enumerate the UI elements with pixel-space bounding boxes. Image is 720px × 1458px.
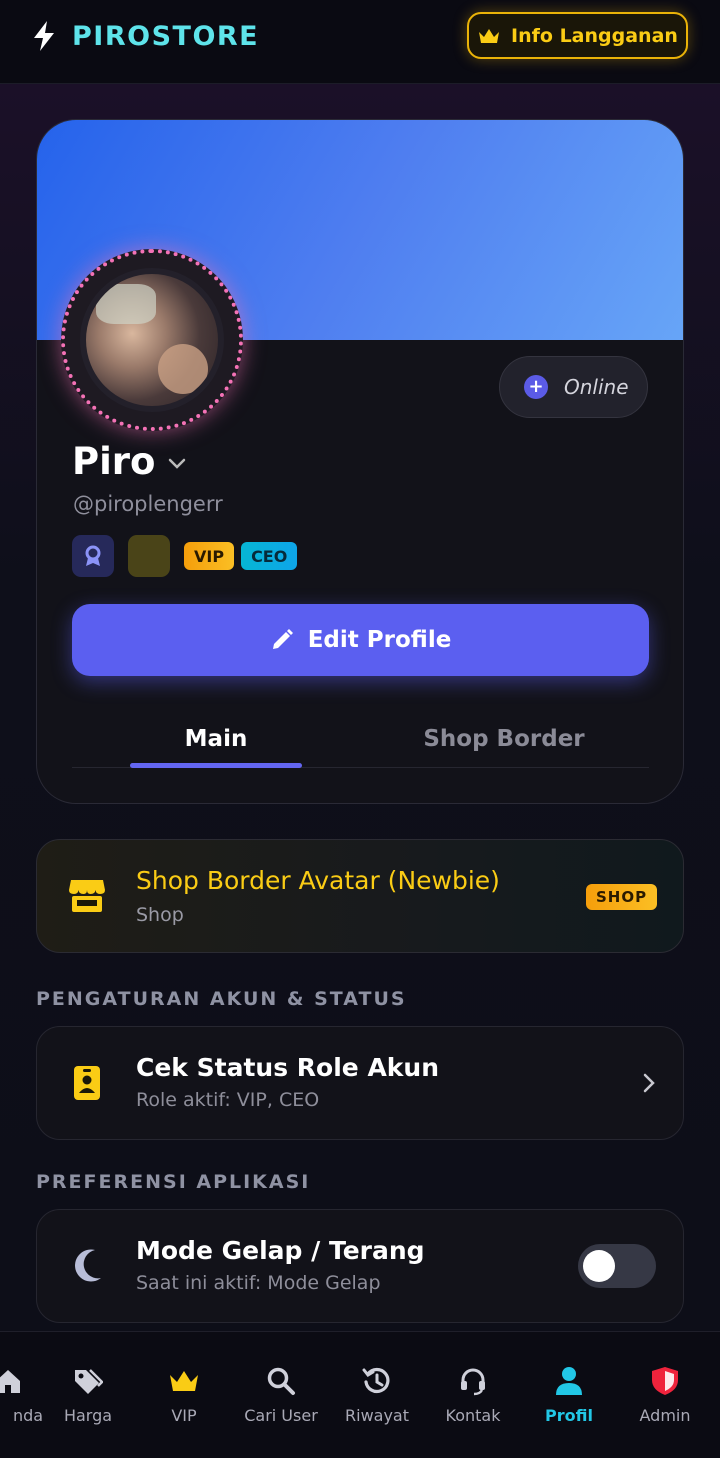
award-badge (72, 535, 114, 577)
status-pill[interactable]: + Online (499, 356, 648, 418)
info-langganan-label: Info Langganan (511, 24, 678, 47)
section-label-preferences: PREFERENSI APLIKASI (36, 1171, 311, 1193)
tags-icon (73, 1364, 103, 1398)
crown-icon (479, 28, 500, 43)
edit-profile-label: Edit Profile (307, 627, 452, 653)
avatar-border[interactable] (61, 249, 243, 431)
brand[interactable]: PIROSTORE (30, 20, 259, 52)
role-status-subtitle: Role aktif: VIP, CEO (136, 1089, 320, 1111)
theme-mode-subtitle: Saat ini aktif: Mode Gelap (136, 1272, 381, 1294)
id-badge-icon (74, 1066, 100, 1100)
tab-shop-border[interactable]: Shop Border (417, 710, 591, 768)
status-text: Online (564, 375, 629, 399)
edit-profile-button[interactable]: Edit Profile (72, 604, 649, 676)
theme-mode-card: Mode Gelap / Terang Saat ini aktif: Mode… (36, 1209, 684, 1323)
nav-item-kontak[interactable]: Kontak (425, 1364, 521, 1434)
bottom-nav: nda Harga VIP Cari User Riwayat Kontak P… (0, 1331, 720, 1458)
badge-row: VIP CEO (72, 535, 304, 577)
profile-name: Piro (72, 440, 156, 483)
section-label-account: PENGATURAN AKUN & STATUS (36, 988, 407, 1010)
nav-label: Profil (545, 1406, 593, 1425)
shop-card-title: Shop Border Avatar (Newbie) (136, 866, 500, 895)
nav-label: Admin (639, 1406, 691, 1425)
profile-tabs: Main Shop Border (72, 710, 649, 768)
chevron-down-icon (169, 458, 186, 469)
role-status-title: Cek Status Role Akun (136, 1053, 440, 1082)
nav-label: nda (12, 1406, 44, 1425)
store-icon (69, 880, 105, 912)
shop-tag: SHOP (586, 884, 658, 910)
top-bar: PIROSTORE Info Langganan (0, 0, 720, 84)
pencil-icon (272, 629, 293, 649)
lightning-icon (34, 21, 54, 51)
shop-border-card[interactable]: Shop Border Avatar (Newbie) Shop SHOP (36, 839, 684, 953)
theme-mode-title: Mode Gelap / Terang (136, 1236, 425, 1265)
history-icon (362, 1364, 392, 1398)
profile-card: + Online Piro @piroplengerr VIP CEO Edit… (36, 119, 684, 804)
role-status-card[interactable]: Cek Status Role Akun Role aktif: VIP, CE… (36, 1026, 684, 1140)
crown-icon (168, 1364, 200, 1398)
ceo-tag: CEO (241, 542, 298, 570)
toggle-knob (583, 1250, 615, 1282)
theme-toggle[interactable] (578, 1244, 656, 1288)
avatar (80, 268, 224, 412)
chevron-right-icon (643, 1073, 655, 1093)
shield-icon (651, 1364, 679, 1398)
nav-item-vip[interactable]: VIP (136, 1364, 232, 1434)
name-row[interactable]: Piro (72, 440, 187, 483)
nav-label: Harga (63, 1406, 113, 1425)
nav-item-riwayat[interactable]: Riwayat (329, 1364, 425, 1434)
nav-item-harga[interactable]: Harga (40, 1364, 136, 1434)
nav-label: Cari User (244, 1406, 318, 1425)
headset-icon (458, 1364, 488, 1398)
info-langganan-button[interactable]: Info Langganan (467, 12, 688, 59)
empty-badge (128, 535, 170, 577)
home-icon (0, 1364, 23, 1398)
moon-icon (75, 1249, 101, 1282)
profile-handle: @piroplengerr (73, 492, 223, 516)
nav-item-admin[interactable]: Admin (617, 1364, 713, 1434)
shop-card-subtitle: Shop (136, 904, 184, 926)
user-icon (555, 1364, 583, 1398)
plus-icon: + (524, 375, 548, 399)
tab-main[interactable]: Main (130, 710, 302, 768)
brand-name: PIROSTORE (72, 20, 260, 52)
nav-label: VIP (171, 1406, 197, 1425)
award-icon (85, 545, 101, 566)
nav-label: Riwayat (345, 1406, 409, 1425)
vip-tag: VIP (184, 542, 235, 570)
nav-item-profil[interactable]: Profil (521, 1364, 617, 1434)
search-icon (266, 1364, 296, 1398)
nav-item-cari-user[interactable]: Cari User (233, 1364, 329, 1434)
nav-label: Kontak (445, 1406, 501, 1425)
